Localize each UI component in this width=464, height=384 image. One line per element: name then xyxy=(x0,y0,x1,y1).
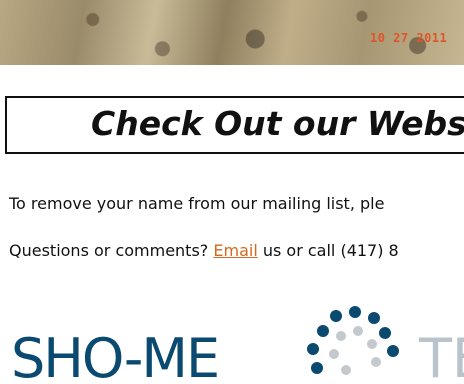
headline-text: Check Out our Websit xyxy=(91,104,464,143)
contact-prefix: Questions or comments? xyxy=(9,241,214,260)
photo-date-stamp: 10 27 2011 xyxy=(370,31,448,45)
unsubscribe-text: To remove your name from our mailing lis… xyxy=(9,194,385,213)
contact-suffix: us or call (417) 8 xyxy=(257,241,399,260)
email-link[interactable]: Email xyxy=(213,241,257,260)
contact-line: Questions or comments? Email us or call … xyxy=(9,241,399,260)
website-headline-box: Check Out our Websit xyxy=(5,96,464,154)
logo-dots-icon xyxy=(307,306,399,375)
sho-me-logo: SHO-ME TE xyxy=(11,304,464,384)
logo-wordmark: SHO-ME xyxy=(11,327,220,384)
logo-wordmark-tail: TE xyxy=(419,327,464,384)
header-photo: 10 27 2011 xyxy=(0,0,464,65)
